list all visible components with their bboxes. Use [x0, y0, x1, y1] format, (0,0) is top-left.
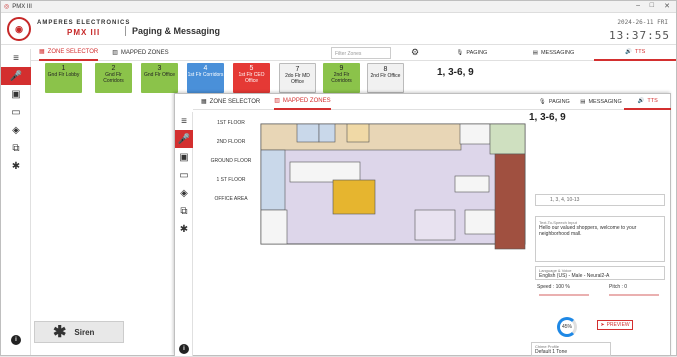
- zone-tile[interactable]: 1 Gnd Flr Lobby: [45, 63, 82, 93]
- info-icon[interactable]: i: [11, 335, 21, 345]
- message-icon: ▤: [580, 98, 586, 105]
- calendar-icon[interactable]: ▣: [1, 85, 31, 103]
- right-panel: 🎙 PAGING ▤ MESSAGING 🔊 TTS 1, 3-6, 9 1, 3, …: [529, 98, 672, 357]
- zone-tile[interactable]: 8 2nd Flr Office: [367, 63, 404, 93]
- queue-icon[interactable]: ≡: [175, 112, 193, 130]
- floor-item[interactable]: 1 ST FLOOR OFFICE AREA: [207, 171, 255, 202]
- tts-textarea[interactable]: Text-To-Speech Input Hello our valued sh…: [535, 216, 665, 262]
- mic-icon: 🎙: [456, 49, 464, 56]
- settings-icon[interactable]: ✱: [175, 220, 193, 238]
- brand-company: AMPERES ELECTRONICS: [37, 20, 131, 26]
- mic-icon: 🎙: [538, 98, 546, 105]
- chime-select[interactable]: Chime Profile Default 1 Tone: [531, 342, 611, 356]
- pitch-label: Pitch : 0: [609, 284, 628, 290]
- send-icon: ➤: [600, 322, 605, 328]
- speed-slider[interactable]: [539, 294, 589, 296]
- floor-item[interactable]: 2ND FLOOR: [207, 133, 255, 152]
- settings-icon[interactable]: ✱: [1, 157, 31, 175]
- logo-icon: ◉: [7, 17, 31, 41]
- display-icon[interactable]: ▭: [175, 166, 193, 184]
- date-display: 2024-26-11 FRI: [617, 19, 668, 26]
- selected-zones: 1, 3-6, 9: [437, 67, 474, 78]
- asterisk-icon: ✱: [53, 324, 67, 341]
- brand-product: PMX III: [67, 28, 101, 37]
- zone-tabs: ▦ ZONE SELECTOR ▥ MAPPED ZONES: [193, 94, 531, 110]
- tab-paging[interactable]: 🎙 PAGING: [531, 94, 578, 110]
- close-icon[interactable]: ✕: [664, 2, 670, 10]
- tab-tts[interactable]: 🔊 TTS: [594, 45, 677, 61]
- speaker-icon: 🔊: [637, 97, 645, 104]
- app-icon: ◎: [4, 4, 10, 10]
- filter-settings-icon[interactable]: ⚙: [411, 47, 419, 58]
- progress-ring: 45%: [557, 317, 577, 337]
- voice-select[interactable]: Language & Voice English (US) - Male - N…: [535, 266, 665, 280]
- grid-icon: ▦: [201, 99, 207, 105]
- info-icon[interactable]: i: [179, 344, 189, 354]
- message-icon: ▤: [532, 49, 538, 56]
- floor-plan-map[interactable]: [255, 114, 529, 251]
- queue-icon[interactable]: ≡: [1, 49, 31, 67]
- tab-zone-selector[interactable]: ▦ ZONE SELECTOR: [39, 45, 99, 61]
- right-tabs: 🎙 PAGING ▤ MESSAGING 🔊 TTS: [431, 45, 677, 61]
- floor-list: 1ST FLOOR 2ND FLOOR GROUND FLOOR 1 ST FL…: [207, 114, 255, 202]
- speaker-icon: 🔊: [625, 48, 632, 55]
- siren-button[interactable]: ✱ Siren: [34, 321, 124, 343]
- selected-zones: 1, 3-6, 9: [529, 112, 566, 123]
- title-bar: ◎ PMX III – □ ✕: [1, 1, 676, 13]
- zone-tile[interactable]: 9 2nd Flr Corridors: [323, 63, 360, 93]
- tab-zone-selector[interactable]: ▦ ZONE SELECTOR: [201, 94, 260, 110]
- tab-tts[interactable]: 🔊 TTS: [624, 94, 672, 110]
- tab-messaging[interactable]: ▤ MESSAGING: [578, 94, 625, 110]
- zone-tile[interactable]: 5 1st Flr CEO Office: [233, 63, 270, 93]
- right-tabs: 🎙 PAGING ▤ MESSAGING 🔊 TTS: [531, 94, 672, 110]
- page-title: Paging & Messaging: [125, 26, 220, 36]
- zone-tile[interactable]: 3 Gnd Flr Office: [141, 63, 178, 93]
- floor-item[interactable]: GROUND FLOOR: [207, 152, 255, 171]
- tab-mapped-zones[interactable]: ▥ MAPPED ZONES: [274, 94, 331, 110]
- floor-item[interactable]: 1ST FLOOR: [207, 114, 255, 133]
- display-icon[interactable]: ▭: [1, 103, 31, 121]
- sidebar: ≡ 🎤 ▣ ▭ ◈ ⧉ ✱: [1, 49, 31, 355]
- sidebar: ≡ 🎤 ▣ ▭ ◈ ⧉ ✱ i: [175, 112, 193, 356]
- pitch-slider[interactable]: [609, 294, 659, 296]
- speed-label: Speed : 100 %: [537, 284, 570, 290]
- clock-display: 13:37:55: [609, 29, 670, 42]
- tab-messaging[interactable]: ▤ MESSAGING: [513, 45, 595, 61]
- microphone-icon[interactable]: 🎤: [1, 67, 31, 85]
- mapped-zones-window: ≡ 🎤 ▣ ▭ ◈ ⧉ ✱ i ▦ ZONE SELECTOR ▥ MAPPED Z…: [174, 93, 672, 357]
- zone-tile[interactable]: 4 1st Flr Corridors: [187, 63, 224, 93]
- layers-icon[interactable]: ◈: [175, 184, 193, 202]
- microphone-icon[interactable]: 🎤: [175, 130, 193, 148]
- calendar-icon[interactable]: ▣: [175, 148, 193, 166]
- window-title: PMX III: [12, 3, 32, 10]
- zone-tile[interactable]: 2 Gnd Flr Corridors: [95, 63, 132, 93]
- library-icon[interactable]: ⧉: [175, 202, 193, 220]
- layers-icon[interactable]: ◈: [1, 121, 31, 139]
- map-icon: ▥: [112, 50, 118, 56]
- tab-mapped-zones[interactable]: ▥ MAPPED ZONES: [112, 45, 168, 61]
- filter-input[interactable]: Filter Zones: [331, 47, 391, 59]
- preview-button[interactable]: ➤ PREVIEW: [597, 320, 633, 330]
- tab-paging[interactable]: 🎙 PAGING: [431, 45, 513, 61]
- maximize-icon[interactable]: □: [650, 2, 654, 9]
- map-icon: ▥: [274, 98, 280, 104]
- grid-icon: ▦: [39, 49, 45, 55]
- app-header: ◉ AMPERES ELECTRONICS PMX III Paging & M…: [1, 13, 676, 45]
- minimize-icon[interactable]: –: [636, 2, 640, 9]
- zone-tile[interactable]: 7 2do Flr MD Office: [279, 63, 316, 93]
- library-icon[interactable]: ⧉: [1, 139, 31, 157]
- zone-input[interactable]: 1, 3, 4, 10-13: [535, 194, 665, 206]
